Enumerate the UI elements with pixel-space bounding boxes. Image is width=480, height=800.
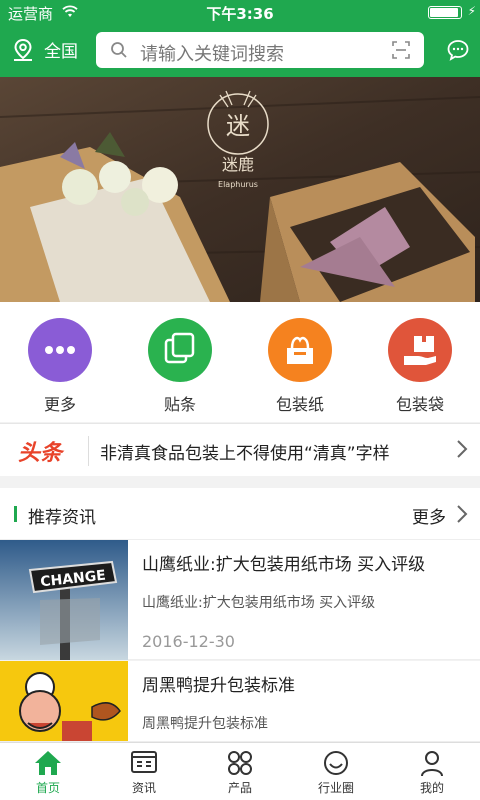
tab-home[interactable]: 首页 <box>0 743 96 800</box>
news-summary: 山鹰纸业:扩大包装用纸市场 买入评级 <box>142 595 376 611</box>
banner-image: 迷 迷鹿 Elaphurus <box>0 77 480 302</box>
headline-ticker[interactable]: 头条 非清真食品包装上不得使用“清真”字样 <box>0 423 480 476</box>
location-pin-icon <box>14 38 32 61</box>
scan-icon[interactable] <box>392 41 410 59</box>
banner-brand: 迷鹿 <box>222 155 254 174</box>
headline-tag: 头条 <box>18 441 63 466</box>
section-accent-bar <box>14 506 17 522</box>
category-packaging-bag[interactable]: 包装袋 <box>360 302 480 422</box>
news-thumbnail <box>0 661 128 741</box>
tab-label: 产品 <box>227 781 252 795</box>
region-label: 全国 <box>44 42 78 62</box>
clock: 下午3:36 <box>206 5 274 23</box>
tissue-box-icon <box>268 318 332 382</box>
news-title: 山鹰纸业:扩大包装用纸市场 买入评级 <box>142 555 426 575</box>
home-icon <box>35 751 61 775</box>
message-icon[interactable] <box>446 38 470 62</box>
tab-label: 资讯 <box>131 781 156 795</box>
tab-news[interactable]: 资讯 <box>96 743 192 800</box>
tab-label: 我的 <box>419 781 444 795</box>
copy-icon <box>148 318 212 382</box>
banner-brand-sub: Elaphurus <box>218 180 258 189</box>
headline-text: 非清真食品包装上不得使用“清真”字样 <box>100 444 390 464</box>
promo-banner[interactable]: 迷 迷鹿 Elaphurus <box>0 77 480 302</box>
more-icon <box>28 318 92 382</box>
category-sticker[interactable]: 贴条 <box>120 302 240 422</box>
category-wrapping-paper[interactable]: 包装纸 <box>240 302 360 422</box>
search-icon <box>111 42 127 58</box>
divider <box>88 436 89 466</box>
news-item[interactable]: CHANGE 山鹰纸业:扩大包装用纸市场 买入评级 山鹰纸业:扩大包装用纸市场 … <box>0 540 480 660</box>
chevron-right-icon <box>457 440 468 458</box>
category-label: 包装袋 <box>395 395 444 414</box>
smile-circle-icon <box>324 751 348 775</box>
svg-text:迷: 迷 <box>226 112 250 140</box>
tab-label: 首页 <box>35 781 60 795</box>
news-icon <box>131 751 157 773</box>
battery-icon <box>428 6 462 19</box>
category-label: 包装纸 <box>275 395 324 414</box>
grid-icon <box>228 751 252 775</box>
news-item[interactable]: 周黑鸭提升包装标准 周黑鸭提升包装标准 <box>0 661 480 742</box>
search-placeholder: 请输入关键词搜索 <box>140 44 284 65</box>
package-hand-icon <box>388 318 452 382</box>
category-more[interactable]: 更多 <box>0 302 120 422</box>
news-date: 2016-12-30 <box>142 632 235 651</box>
status-bar: 运营商 下午3:36 ⚡ <box>0 0 480 24</box>
section-title: 推荐资讯 <box>28 508 96 528</box>
category-label: 更多 <box>43 395 76 414</box>
news-thumbnail: CHANGE <box>0 540 128 660</box>
search-input[interactable]: 请输入关键词搜索 <box>96 32 424 68</box>
region-selector[interactable]: 全国 <box>12 37 78 62</box>
news-title: 周黑鸭提升包装标准 <box>142 676 295 696</box>
category-label: 贴条 <box>163 395 196 414</box>
tab-profile[interactable]: 我的 <box>384 743 480 800</box>
recommend-header: 推荐资讯 更多 <box>0 488 480 540</box>
news-summary: 周黑鸭提升包装标准 <box>142 716 268 732</box>
tab-products[interactable]: 产品 <box>192 743 288 800</box>
category-grid: 更多 贴条 包装纸 包装袋 <box>0 302 480 422</box>
charging-icon: ⚡ <box>467 4 476 18</box>
user-icon <box>421 751 443 777</box>
more-link[interactable]: 更多 <box>412 503 446 528</box>
chevron-right-icon[interactable] <box>456 504 468 524</box>
tab-label: 行业圈 <box>317 781 354 795</box>
bottom-tab-bar: 首页 资讯 产品 行业圈 我的 <box>0 742 480 800</box>
tab-industry[interactable]: 行业圈 <box>288 743 384 800</box>
app-header: 全国 请输入关键词搜索 <box>0 24 480 77</box>
